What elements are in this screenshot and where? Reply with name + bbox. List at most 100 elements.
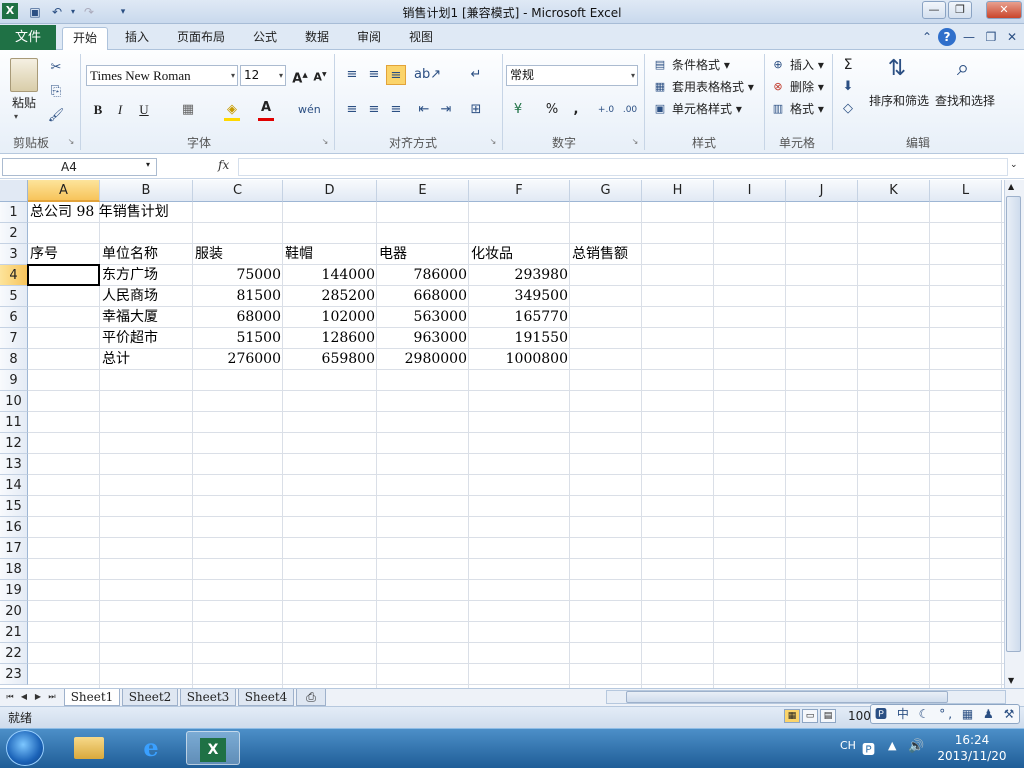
italic-icon[interactable]: I xyxy=(110,100,130,120)
align-left-icon[interactable]: ≡ xyxy=(342,100,362,120)
tab-home[interactable]: 开始 xyxy=(62,27,108,50)
decrease-decimal-icon[interactable]: .00 xyxy=(620,100,640,120)
format-painter-icon[interactable]: 🖌 xyxy=(46,106,66,126)
align-right-icon[interactable]: ≡ xyxy=(386,100,406,120)
currency-icon[interactable]: ¥ xyxy=(508,100,528,120)
insert-cells-button[interactable]: 插入 ▾ xyxy=(790,55,824,75)
grow-font-icon[interactable]: A▲ xyxy=(290,65,310,86)
doc-close-icon[interactable]: ✕ xyxy=(1003,28,1021,46)
data-cell[interactable]: 75000 xyxy=(193,265,283,286)
explorer-taskbar-icon[interactable] xyxy=(62,731,116,765)
last-sheet-icon[interactable]: ⏭ xyxy=(46,690,58,704)
data-cell[interactable]: 963000 xyxy=(377,328,469,349)
row-header-17[interactable]: 17 xyxy=(0,538,28,559)
data-cell[interactable]: 659800 xyxy=(283,349,377,370)
row-header-19[interactable]: 19 xyxy=(0,580,28,601)
data-cell[interactable]: 总计 xyxy=(100,349,193,370)
font-color-icon[interactable]: A xyxy=(256,98,276,118)
column-header-h[interactable]: H xyxy=(642,180,714,202)
column-header-a[interactable]: A xyxy=(28,180,100,202)
column-header-c[interactable]: C xyxy=(193,180,283,202)
data-cell[interactable]: 128600 xyxy=(283,328,377,349)
orientation-icon[interactable]: ab↗ xyxy=(414,65,441,85)
row-header-1[interactable]: 1 xyxy=(0,202,28,223)
taskbar-clock[interactable]: 16:24 2013/11/20 xyxy=(930,732,1014,764)
column-header-b[interactable]: B xyxy=(100,180,193,202)
new-sheet-icon[interactable]: ⎙ xyxy=(296,689,326,706)
formula-input[interactable] xyxy=(238,158,1008,176)
sheet-tab-4[interactable]: Sheet4 xyxy=(238,689,294,706)
font-launcher-icon[interactable]: ↘ xyxy=(320,137,330,147)
sheet-tab-1[interactable]: Sheet1 xyxy=(64,689,120,706)
scroll-up-icon[interactable]: ▲ xyxy=(1008,182,1014,191)
zoom-level[interactable]: 100 xyxy=(848,709,871,723)
ie-taskbar-icon[interactable]: e xyxy=(124,731,178,765)
tab-data[interactable]: 数据 xyxy=(294,27,340,50)
name-box-dropdown-icon[interactable]: ▾ xyxy=(146,160,150,169)
header-cell[interactable]: 服装 xyxy=(193,244,283,265)
increase-decimal-icon[interactable]: +.0 xyxy=(596,100,616,120)
insert-function-icon[interactable]: fx xyxy=(218,158,229,172)
row-header-8[interactable]: 8 xyxy=(0,349,28,370)
name-box[interactable]: A4 xyxy=(2,158,157,176)
data-cell[interactable]: 285200 xyxy=(283,286,377,307)
align-middle-icon[interactable]: ≡ xyxy=(364,65,384,85)
phonetic-icon[interactable]: wén xyxy=(298,100,321,120)
data-cell[interactable]: 人民商场 xyxy=(100,286,193,307)
data-cell[interactable]: 1000800 xyxy=(469,349,570,370)
data-cell[interactable]: 平价超市 xyxy=(100,328,193,349)
column-header-j[interactable]: J xyxy=(786,180,858,202)
column-header-k[interactable]: K xyxy=(858,180,930,202)
tab-page-layout[interactable]: 页面布局 xyxy=(168,27,234,50)
number-launcher-icon[interactable]: ↘ xyxy=(630,137,640,147)
sheet-tab-3[interactable]: Sheet3 xyxy=(180,689,236,706)
page-break-view-icon[interactable]: ▤ xyxy=(820,709,836,723)
row-header-22[interactable]: 22 xyxy=(0,643,28,664)
percent-icon[interactable]: % xyxy=(542,100,562,120)
row-header-18[interactable]: 18 xyxy=(0,559,28,580)
paste-button[interactable]: 粘贴 xyxy=(6,94,42,111)
excel-taskbar-icon[interactable]: X xyxy=(186,731,240,765)
sort-filter-button[interactable]: 排序和筛选 xyxy=(866,92,932,109)
row-header-4[interactable]: 4 xyxy=(0,265,28,286)
align-top-icon[interactable]: ≡ xyxy=(342,65,362,85)
tab-review[interactable]: 审阅 xyxy=(346,27,392,50)
data-cell[interactable]: 349500 xyxy=(469,286,570,307)
column-header-l[interactable]: L xyxy=(930,180,1002,202)
row-header-10[interactable]: 10 xyxy=(0,391,28,412)
row-header-2[interactable]: 2 xyxy=(0,223,28,244)
find-select-icon[interactable]: ⌕ xyxy=(946,56,980,88)
row-header-11[interactable]: 11 xyxy=(0,412,28,433)
column-header-i[interactable]: I xyxy=(714,180,786,202)
volume-icon[interactable]: 🔊 xyxy=(908,739,924,754)
align-bottom-icon[interactable]: ≡ xyxy=(386,65,406,85)
increase-indent-icon[interactable]: ⇥ xyxy=(436,100,456,120)
fill-color-icon[interactable]: ◈ xyxy=(222,100,242,120)
number-format-combo[interactable]: 常规 ▾ xyxy=(506,65,638,86)
insert-cells-icon[interactable]: ⊕ xyxy=(768,55,788,75)
copy-icon[interactable]: ⎘ xyxy=(46,82,66,102)
cut-icon[interactable]: ✂ xyxy=(46,58,66,78)
sheet-tab-2[interactable]: Sheet2 xyxy=(122,689,178,706)
header-cell[interactable]: 序号 xyxy=(28,244,100,265)
maximize-button[interactable]: ❐ xyxy=(948,1,972,19)
ime-logo-icon[interactable]: 🅿 xyxy=(875,707,897,721)
format-cells-button[interactable]: 格式 ▾ xyxy=(790,99,824,119)
data-cell[interactable]: 102000 xyxy=(283,307,377,328)
row-header-6[interactable]: 6 xyxy=(0,307,28,328)
row-header-12[interactable]: 12 xyxy=(0,433,28,454)
fill-icon[interactable]: ⬇ xyxy=(838,77,858,97)
decrease-indent-icon[interactable]: ⇤ xyxy=(414,100,434,120)
header-cell[interactable]: 鞋帽 xyxy=(283,244,377,265)
data-cell[interactable]: 165770 xyxy=(469,307,570,328)
data-cell[interactable]: 144000 xyxy=(283,265,377,286)
data-cell[interactable]: 191550 xyxy=(469,328,570,349)
header-cell[interactable]: 单位名称 xyxy=(100,244,193,265)
conditional-format-button[interactable]: 条件格式 ▾ xyxy=(672,55,730,75)
select-all-corner[interactable] xyxy=(0,180,28,202)
expand-formula-icon[interactable]: ⌄ xyxy=(1010,160,1018,170)
row-header-7[interactable]: 7 xyxy=(0,328,28,349)
first-sheet-icon[interactable]: ⏮ xyxy=(4,690,16,704)
paste-dropdown-icon[interactable]: ▾ xyxy=(14,112,18,121)
tab-view[interactable]: 视图 xyxy=(398,27,444,50)
